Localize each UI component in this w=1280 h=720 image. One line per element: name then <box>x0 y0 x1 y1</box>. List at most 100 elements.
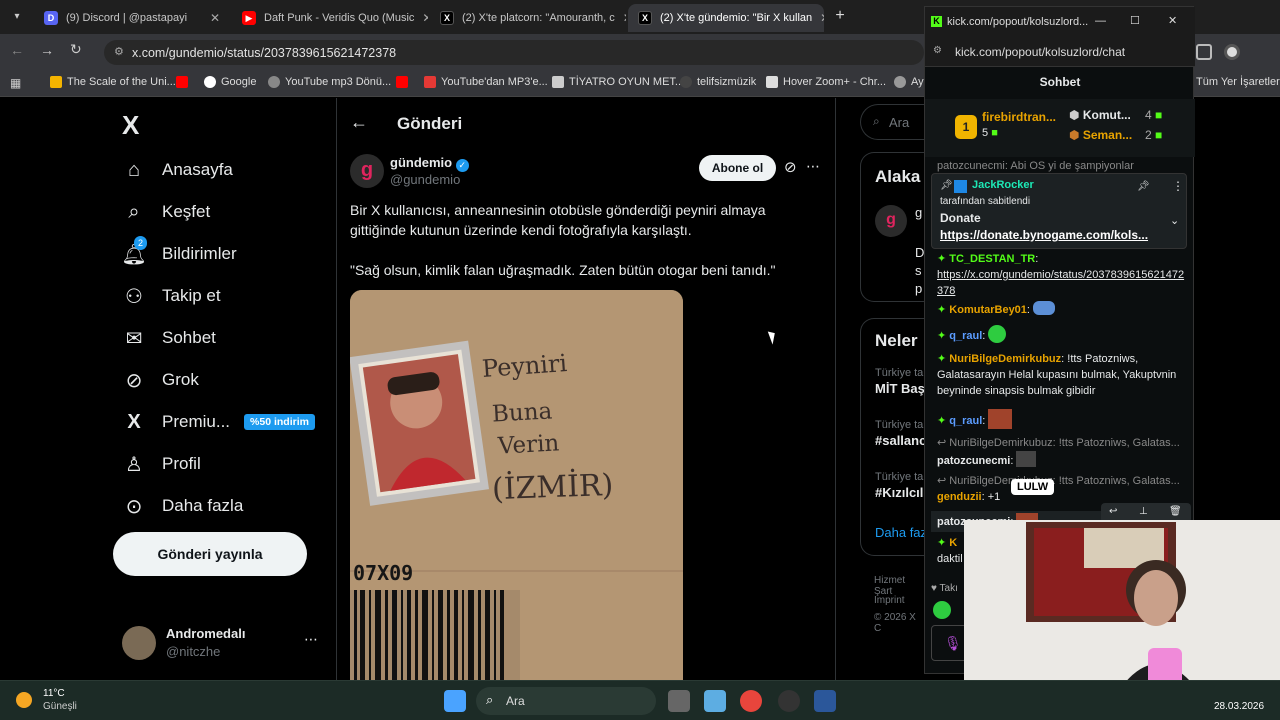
account-name: Andromedalı <box>166 626 246 641</box>
bookmark-item[interactable]: Hover Zoom+ - Chr... <box>766 76 886 88</box>
more-icon: ⊙ <box>125 495 143 518</box>
clock-date[interactable]: 28.03.2026 <box>1214 701 1264 712</box>
site-info-icon[interactable]: ⚙ <box>114 45 124 58</box>
nav-premium[interactable]: X Premiu... %50 indirim <box>122 410 315 434</box>
extension-icon[interactable] <box>1196 44 1212 60</box>
account-switcher[interactable]: Andromedalı @nitczhe ⋯ <box>122 623 322 663</box>
tab-discord[interactable]: D (9) Discord | @pastapayi ✕ <box>34 4 230 32</box>
tweet-more-icon[interactable]: ⋯ <box>806 158 820 175</box>
leader-count: 2 ■ <box>1145 128 1163 142</box>
mouse-cursor <box>767 329 779 345</box>
pinned-message[interactable]: 📌︎ JackRocker 📌︎ ⋮ tarafından sabitlendi… <box>931 173 1187 249</box>
nav-chat[interactable]: ✉ Sohbet <box>122 326 216 350</box>
post-button[interactable]: Gönderi yayınla <box>113 532 307 576</box>
tab-youtube[interactable]: ▶ Daft Punk - Veridis Quo (Music ✕ <box>232 4 428 32</box>
url-text: x.com/gundemio/status/203783961562147237… <box>132 45 397 60</box>
close-icon[interactable]: ✕ <box>1168 14 1177 27</box>
footer-link[interactable]: Hizmet Şart <box>874 575 924 597</box>
word-icon[interactable] <box>814 690 836 712</box>
chat-message[interactable]: ✦ TC_DESTAN_TR: https://x.com/gundemio/s… <box>937 251 1185 299</box>
bookmark-item[interactable]: Ay <box>894 76 924 88</box>
popout-address: ⚙ kick.com/popout/kolsuzlord/chat <box>925 37 1195 67</box>
minimize-icon[interactable]: — <box>1095 15 1106 27</box>
close-icon[interactable]: ✕ <box>202 11 220 25</box>
bookmark-item[interactable]: YouTube'dan MP3'e... <box>424 76 548 88</box>
webcam-feed <box>964 520 1280 698</box>
popout-titlebar: K kick.com/popout/kolsuzlord... — ☐ ✕ <box>925 7 1195 37</box>
author-name[interactable]: gündemio ✓ <box>390 155 469 172</box>
apps-icon[interactable]: ▦ <box>10 76 21 90</box>
unpin-icon[interactable]: 📌︎ <box>1137 181 1150 192</box>
nav-explore[interactable]: ⌕ Keşfet <box>122 200 210 224</box>
bookmark-item[interactable] <box>176 76 193 88</box>
bookmark-item[interactable]: The Scale of the Uni... <box>50 76 176 88</box>
file-explorer-icon[interactable] <box>668 690 690 712</box>
box-code: 07X09 <box>353 561 414 585</box>
trend-item[interactable]: Türkiye ta MİT Baş <box>875 367 924 396</box>
subscribe-button[interactable]: Abone ol <box>699 155 776 181</box>
nav-grok[interactable]: ⊘ Grok <box>122 368 199 392</box>
nav-more[interactable]: ⊙ Daha fazla <box>122 494 244 518</box>
back-arrow-icon[interactable]: ← <box>350 112 368 133</box>
chat-message[interactable]: ✦ KomutarBey01: <box>937 301 1185 318</box>
weather-widget[interactable]: 11°C Güneşli <box>16 687 116 715</box>
taskbar-search[interactable]: ⌕ Ara <box>476 687 656 715</box>
address-bar[interactable]: ⚙ x.com/gundemio/status/2037839615621472… <box>104 40 924 65</box>
bookmark-item[interactable] <box>396 76 413 88</box>
gift-leaderboard: 1 firebirdtran... 5 ■ ⬢ Komut... 4 ■ ⬢ S… <box>925 99 1195 157</box>
photos-icon[interactable] <box>704 690 726 712</box>
footer-link[interactable]: Imprint <box>874 595 905 606</box>
tab-x-gundemio[interactable]: X (2) X'te gündemio: "Bir X kullan ✕ <box>628 4 824 32</box>
bookmark-item[interactable]: TİYATRO OYUN MET... <box>552 76 684 88</box>
forward-icon[interactable]: → <box>40 42 54 58</box>
leader-count: 4 ■ <box>1145 108 1163 122</box>
chat-message[interactable]: ✦ NuriBilgeDemirkubuz: !tts Patozniws, G… <box>937 351 1185 399</box>
close-icon[interactable]: ✕ <box>615 11 626 25</box>
bookmark-item[interactable]: YouTube mp3 Dönü... <box>268 76 391 88</box>
all-bookmarks[interactable]: Tüm Yer İşaretleri <box>1196 76 1280 88</box>
bookmark-item[interactable]: telifsizmüzik <box>680 76 756 88</box>
bookmark-item[interactable]: Google <box>204 76 256 88</box>
kick-logo-icon: K <box>931 16 942 27</box>
trend-item[interactable]: Türkiye ta #sallanc <box>875 419 924 448</box>
nav-home[interactable]: ⌂ Anasayfa <box>122 158 233 182</box>
windows-start-icon[interactable] <box>444 690 466 712</box>
reload-icon[interactable]: ↻ <box>70 41 82 58</box>
pinned-link[interactable]: https://donate.bynogame.com/kols... <box>940 228 1148 242</box>
nav-notifications[interactable]: 🔔︎ 2 Bildirimler <box>121 236 237 266</box>
mic-icon[interactable]: 🎙︎ <box>944 635 962 652</box>
search-input[interactable]: ⌕ Ara <box>860 104 924 140</box>
discord-icon: D <box>44 11 58 25</box>
tweet-image[interactable]: Peyniri Buna Verin (İZMİR) 07X09 <box>350 290 683 680</box>
close-icon[interactable]: ✕ <box>414 11 428 25</box>
tab-menu-button[interactable]: ▾ <box>8 8 26 26</box>
author-avatar[interactable]: g <box>350 154 384 188</box>
back-icon[interactable]: ← <box>10 42 24 58</box>
trend-item[interactable]: Türkiye ta #Kızılcıl <box>875 471 923 500</box>
new-tab-button[interactable]: + <box>830 6 850 26</box>
close-icon[interactable]: ✕ <box>812 11 824 25</box>
reply-icon[interactable]: ↩ <box>1109 506 1117 517</box>
chat-message[interactable]: ✦ q_raul: <box>937 409 1185 429</box>
chrome-icon[interactable] <box>740 690 762 712</box>
chevron-down-icon[interactable]: ⌄ <box>1170 214 1179 227</box>
maximize-icon[interactable]: ☐ <box>1130 14 1140 27</box>
chat-message[interactable]: ✦ q_raul: <box>937 325 1185 344</box>
grok-explain-icon[interactable]: ⊘ <box>784 158 797 176</box>
obs-icon[interactable] <box>778 690 800 712</box>
profile-avatar[interactable] <box>1224 44 1240 60</box>
pin-icon[interactable]: ⊥ <box>1139 506 1148 517</box>
premium-discount-badge: %50 indirim <box>244 414 315 430</box>
gear-icon <box>894 76 906 88</box>
chat-message[interactable]: ↩ NuriBilgeDemirkubuz: !tts Patozniws, G… <box>937 473 1185 505</box>
delete-icon[interactable]: 🗑︎ <box>1169 506 1182 517</box>
more-dots-icon[interactable]: ⋯ <box>304 631 318 648</box>
x-logo[interactable]: X <box>122 110 139 141</box>
emote-picker-icon[interactable] <box>933 601 951 619</box>
more-vertical-icon[interactable]: ⋮ <box>1172 179 1184 193</box>
chat-message[interactable]: ↩ NuriBilgeDemirkubuz: !tts Patozniws, G… <box>937 435 1185 469</box>
tab-x-platcorn[interactable]: X (2) X'te platcorn: "Amouranth, c ✕ <box>430 4 626 32</box>
nav-follow[interactable]: ⚇ Takip et <box>122 284 221 308</box>
nav-profile[interactable]: ♙ Profil <box>122 452 201 476</box>
show-more-link[interactable]: Daha faz <box>875 525 924 540</box>
